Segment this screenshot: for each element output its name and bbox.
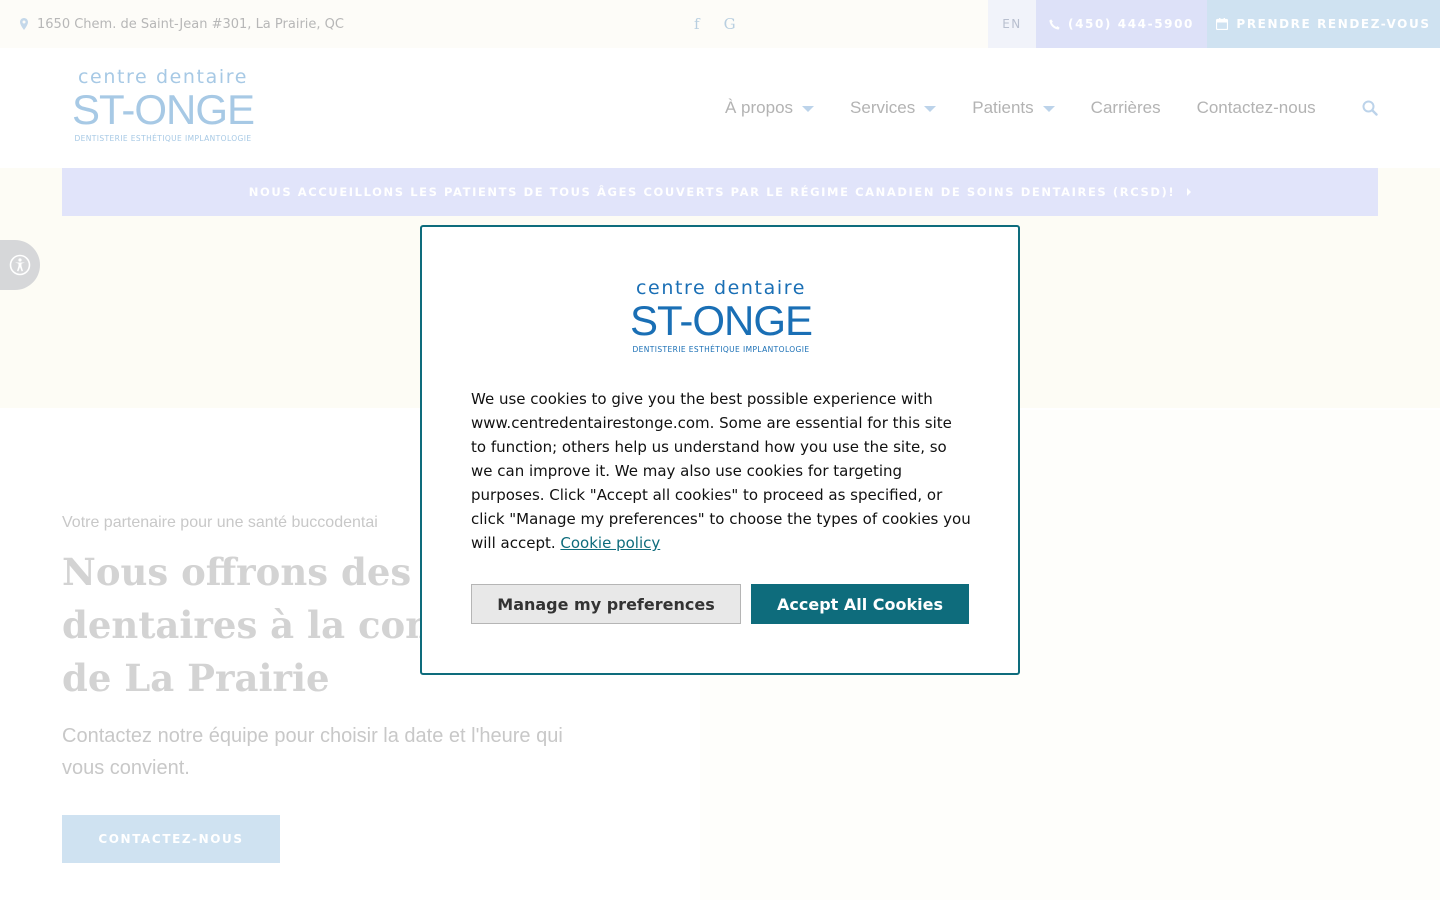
nav-label: Patients: [972, 98, 1034, 117]
nav-label: Services: [850, 98, 916, 117]
logo-line3: DENTISTERIE ESTHÉTIQUE IMPLANTOLOGIE: [74, 134, 252, 143]
site-logo[interactable]: centre dentaire ST-ONGE DENTISTERIE ESTH…: [62, 66, 264, 152]
social-links: f G: [694, 0, 736, 48]
contact-us-button[interactable]: CONTACTEZ-NOUS: [62, 815, 280, 863]
manage-preferences-button[interactable]: Manage my preferences: [471, 584, 741, 624]
address-text: 1650 Chem. de Saint-Jean #301, La Prairi…: [37, 16, 344, 32]
hero-subtitle: Contactez notre équipe pour choisir la d…: [62, 725, 563, 779]
nav-item-a-propos[interactable]: À propos: [725, 98, 815, 118]
logo-line1: centre dentaire: [78, 66, 248, 88]
cookie-dialog-logo: centre dentaire ST-ONGE DENTISTERIE ESTH…: [620, 277, 822, 359]
hero-kicker: Votre partenaire pour une santé buccoden…: [62, 514, 378, 531]
nav-item-carrieres[interactable]: Carrières: [1091, 98, 1161, 118]
google-icon[interactable]: G: [724, 16, 736, 32]
nav-item-contactez-nous[interactable]: Contactez-nous: [1197, 98, 1316, 118]
phone-icon: [1049, 18, 1060, 30]
main-nav: À propos Services Patients Carrières Con…: [725, 96, 1352, 120]
logo-line3: DENTISTERIE ESTHÉTIQUE IMPLANTOLOGIE: [632, 345, 810, 354]
nav-label: Carrières: [1090, 98, 1161, 117]
nav-item-patients[interactable]: Patients: [972, 98, 1055, 118]
cookie-policy-link[interactable]: Cookie policy: [560, 534, 660, 552]
facebook-icon[interactable]: f: [694, 16, 700, 32]
rcsd-announcement-banner[interactable]: NOUS ACCUEILLONS LES PATIENTS DE TOUS ÂG…: [62, 168, 1378, 216]
caret-down-icon: [924, 106, 937, 112]
cookie-message-text: We use cookies to give you the best poss…: [471, 390, 971, 552]
logo-line2: ST-ONGE: [629, 297, 813, 344]
language-switch[interactable]: EN: [988, 0, 1036, 48]
nav-item-services[interactable]: Services: [850, 98, 937, 118]
phone-button[interactable]: (450) 444-5900: [1036, 0, 1207, 48]
book-appointment-button[interactable]: PRENDRE RENDEZ-VOUS: [1207, 0, 1440, 48]
accessibility-icon: [9, 254, 31, 276]
search-icon[interactable]: [1362, 100, 1378, 116]
logo-line1: centre dentaire: [636, 277, 806, 299]
map-pin-icon: [20, 18, 28, 30]
cookie-message: We use cookies to give you the best poss…: [471, 387, 971, 555]
book-appointment-label: PRENDRE RENDEZ-VOUS: [1236, 17, 1431, 31]
caret-right-icon: [1187, 188, 1192, 196]
calendar-icon: [1216, 18, 1229, 30]
caret-down-icon: [802, 106, 815, 112]
phone-number: (450) 444-5900: [1067, 17, 1195, 31]
nav-label: À propos: [725, 98, 794, 117]
hero-title-line: Nous offrons des se: [62, 550, 469, 594]
caret-down-icon: [1042, 106, 1055, 112]
hero-title-line: de La Prairie: [62, 656, 330, 700]
cookie-consent-dialog: centre dentaire ST-ONGE DENTISTERIE ESTH…: [420, 225, 1020, 675]
top-bar: 1650 Chem. de Saint-Jean #301, La Prairi…: [0, 0, 1440, 48]
announcement-text: NOUS ACCUEILLONS LES PATIENTS DE TOUS ÂG…: [248, 185, 1176, 199]
address[interactable]: 1650 Chem. de Saint-Jean #301, La Prairi…: [20, 0, 344, 48]
nav-label: Contactez-nous: [1196, 98, 1316, 117]
logo-line2: ST-ONGE: [71, 86, 255, 133]
accept-all-cookies-button[interactable]: Accept All Cookies: [751, 584, 969, 624]
